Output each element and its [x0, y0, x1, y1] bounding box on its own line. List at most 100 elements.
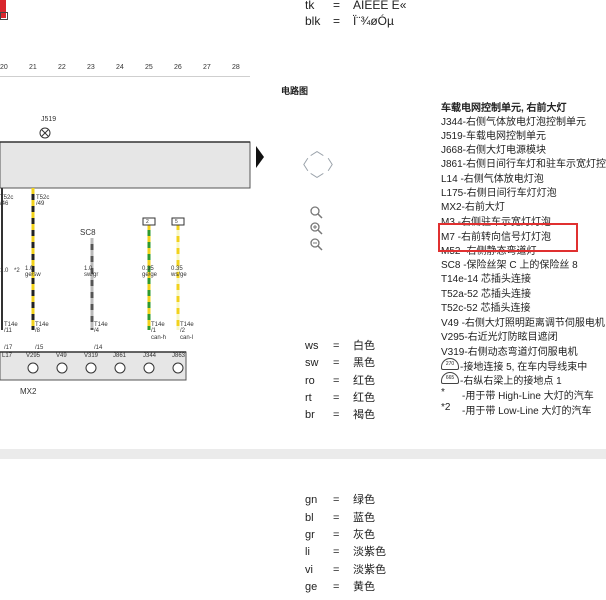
color-code-row: ro = 红色 — [305, 372, 375, 388]
color-eq: = — [333, 546, 340, 558]
module-block-j519 — [0, 141, 251, 189]
code-key: blk — [305, 14, 321, 28]
color-code: ws — [305, 340, 319, 352]
zoom-out-icon[interactable] — [310, 238, 323, 251]
pin-label: can-l — [180, 335, 194, 341]
ground-665-icon: 665 — [441, 372, 459, 384]
box-num: 5 — [175, 219, 178, 225]
bottom-connector: T14e /1 — [151, 322, 165, 334]
pan-left-icon[interactable]: 〈 — [295, 158, 309, 172]
color-code-row: ws = 白色 — [305, 337, 375, 353]
legend-item: T52c-52 芯插头连接 — [441, 303, 531, 314]
legend-item: V295-右近光灯防眩目遮闭 — [441, 332, 558, 343]
color-name: 褐色 — [353, 409, 375, 421]
wire-label: 0.35 ws/ge — [171, 266, 187, 278]
code-row-tk: tk = AIEEE E« — [305, 0, 406, 12]
color-code: gn — [305, 494, 318, 506]
code-value: Ï¨¾øÓµ — [353, 14, 394, 28]
color-code: ge — [305, 581, 318, 593]
connector-label: T52c /46 — [0, 195, 14, 207]
zoom-fit-icon[interactable] — [310, 206, 323, 219]
legend-item: J668-右侧大灯电源模块 — [441, 145, 547, 156]
highlight-box — [438, 223, 578, 252]
color-name: 淡紫色 — [353, 546, 386, 558]
color-code: bl — [305, 512, 314, 524]
legend-item: V319-右侧动态弯道灯伺服电机 — [441, 347, 578, 358]
wire-label: 1.0 sw/gr — [84, 266, 99, 278]
color-name: 黄色 — [353, 581, 375, 593]
legend-item: -右纵右梁上的接地点 1 — [460, 376, 562, 387]
pin-label: /17 — [4, 345, 13, 351]
legend-item: MX2-右前大灯 — [441, 202, 505, 213]
page-separator-band — [0, 449, 606, 459]
wire-label: 1.0 ge/sw — [25, 266, 41, 278]
color-name: 红色 — [353, 375, 375, 387]
component-name: J863 — [172, 353, 186, 359]
legend-item: T14e-14 芯插头连接 — [441, 274, 532, 285]
color-eq: = — [333, 409, 340, 421]
color-code-row: gr = 灰色 — [305, 526, 375, 542]
color-code-row: vi = 淡紫色 — [305, 561, 386, 577]
code-eq: = — [333, 14, 341, 28]
color-eq: = — [333, 581, 340, 593]
legend-item: J519-车载电网控制单元 — [441, 131, 547, 142]
legend-item: -用于带 Low-Line 大灯的汽车 — [462, 406, 592, 417]
component-name: V295 — [26, 353, 41, 359]
legend-item: T52a-52 芯插头连接 — [441, 289, 532, 300]
color-eq: = — [333, 512, 340, 524]
color-code: gr — [305, 529, 315, 541]
component-name: J344 — [143, 353, 157, 359]
color-code-row: bl = 蓝色 — [305, 509, 375, 525]
module-label: J519 — [41, 116, 57, 123]
legend-item: -接地连接 5, 在车内导线束中 — [460, 362, 588, 373]
component-name: V49 — [56, 353, 67, 359]
color-eq: = — [333, 529, 340, 541]
box-num: 2 — [146, 219, 149, 225]
wire-label: 0.35 ge/ge — [142, 266, 158, 278]
color-code-row: br = 褐色 — [305, 406, 375, 422]
bottom-connector: T14e /11 — [4, 322, 18, 334]
pin-label: /14 — [94, 345, 103, 351]
component-name: J861 — [113, 353, 127, 359]
connector-label: T52c /49 — [36, 195, 50, 207]
pan-down-icon[interactable]: ﹀ — [310, 173, 324, 187]
color-name: 绿色 — [353, 494, 375, 506]
color-code-row: gn = 绿色 — [305, 491, 375, 507]
fuse-label: SC8 — [80, 228, 96, 237]
color-eq: = — [333, 340, 340, 352]
color-code: sw — [305, 357, 319, 369]
bottom-connector: T14e /4 — [94, 322, 108, 334]
pan-right-icon[interactable]: 〉 — [327, 158, 341, 172]
legend-item: L175-右侧日间行车灯灯泡 — [441, 188, 557, 199]
legend-mark: *2 — [441, 402, 451, 413]
color-code: vi — [305, 564, 313, 576]
pan-up-icon[interactable]: ︿ — [310, 143, 324, 157]
expand-arrow-icon[interactable] — [256, 146, 264, 168]
zoom-in-icon[interactable] — [310, 222, 323, 235]
color-eq: = — [333, 357, 340, 369]
color-code-row: ge = 黄色 — [305, 578, 375, 594]
color-name: 蓝色 — [353, 512, 375, 524]
pin-label: /15 — [35, 345, 44, 351]
legend-item: -用于带 High-Line 大灯的汽车 — [462, 391, 594, 402]
section-title: 电路图 — [281, 86, 309, 96]
legend-mark: * — [441, 387, 445, 398]
legend-title: 车载电网控制单元, 右前大灯 — [441, 103, 567, 114]
star2-label: *2 — [14, 268, 20, 274]
color-code: br — [305, 409, 315, 421]
legend-item: J344-右侧气体放电灯泡控制单元 — [441, 117, 587, 128]
color-eq: = — [333, 494, 340, 506]
component-name: L17 — [2, 353, 13, 359]
bottom-connector: T14e /8 — [35, 322, 49, 334]
code-eq: = — [333, 0, 341, 12]
legend-item: L14 -右侧气体放电灯泡 — [441, 174, 544, 185]
bottom-connector: T14e /2 — [180, 322, 194, 334]
code-row-blk: blk = Ï¨¾øÓµ — [305, 14, 394, 28]
color-code-row: li = 淡紫色 — [305, 543, 386, 559]
color-name: 白色 — [353, 340, 375, 352]
legend-item: SC8 -保险丝架 C 上的保险丝 8 — [441, 260, 578, 271]
mx2-label: MX2 — [20, 387, 37, 396]
color-name: 淡紫色 — [353, 564, 386, 576]
zoom-controls[interactable] — [309, 205, 325, 251]
color-name: 红色 — [353, 392, 375, 404]
